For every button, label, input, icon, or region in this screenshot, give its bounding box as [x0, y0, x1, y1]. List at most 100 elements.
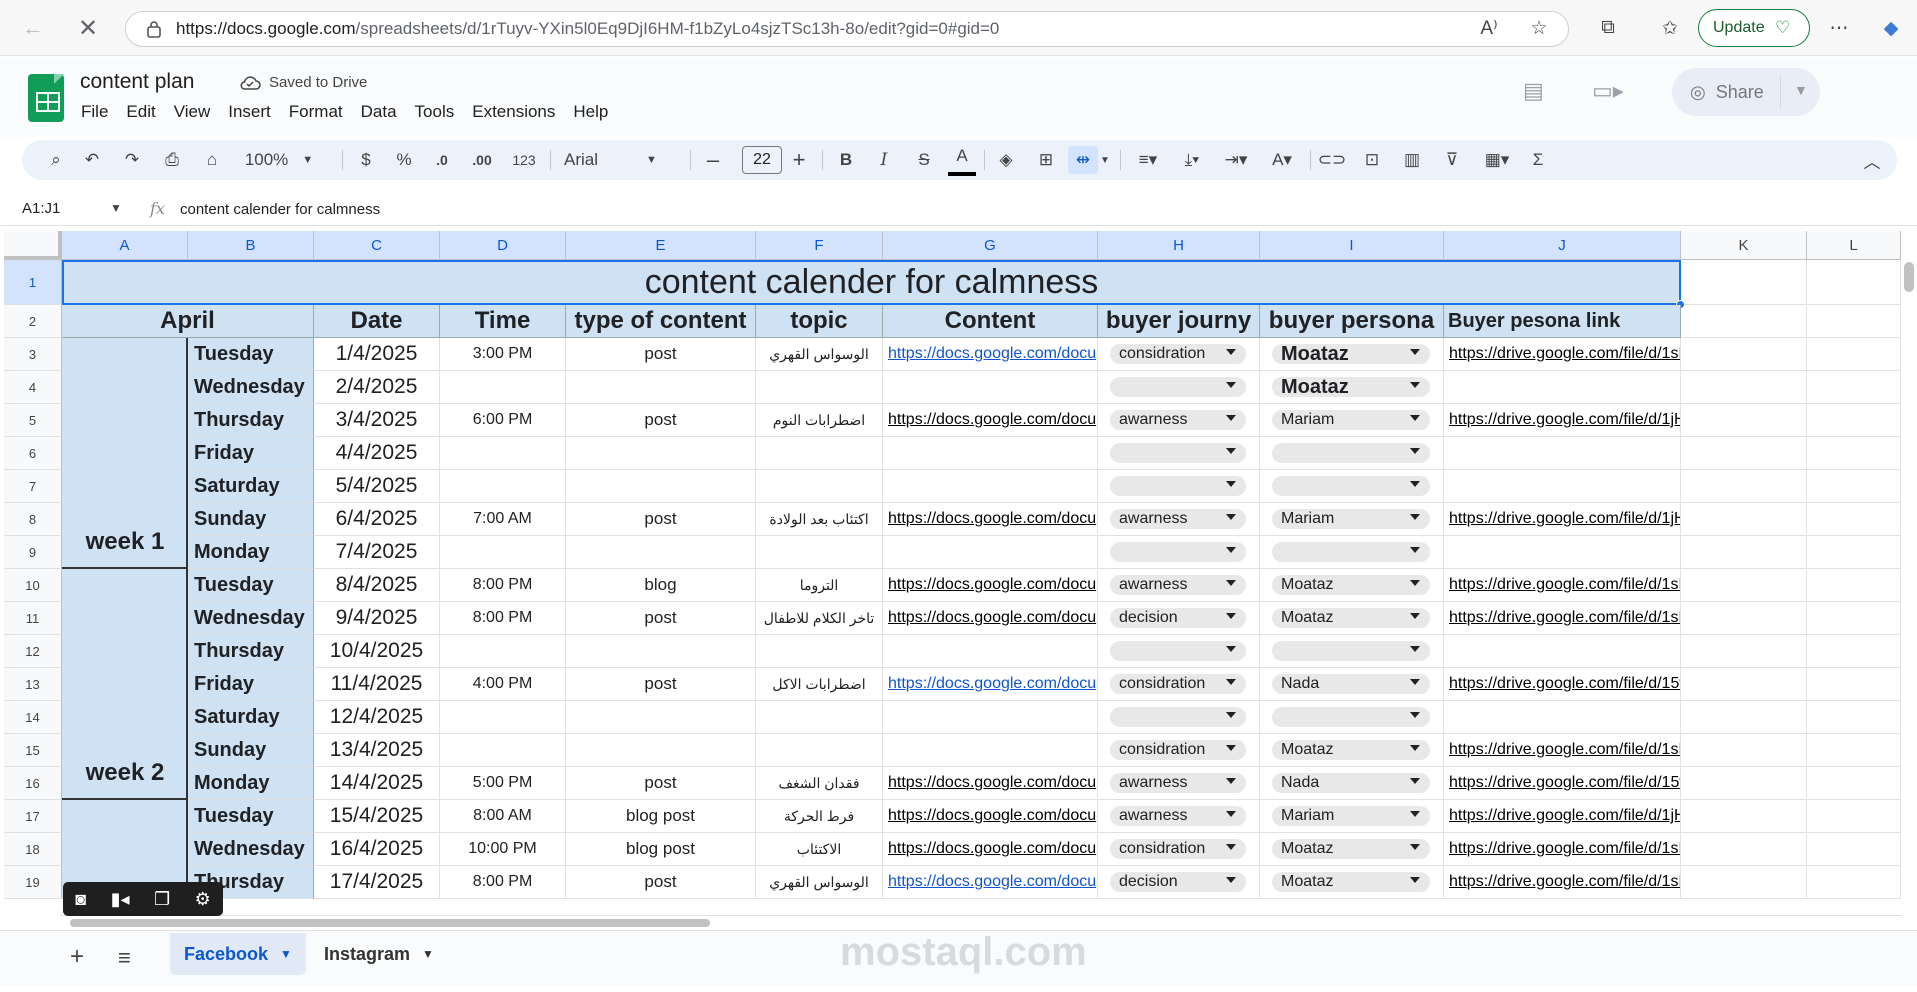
row-header[interactable]: 5	[4, 404, 62, 437]
spreadsheet-grid[interactable]: A B C D E F G H I J K L 1 2 3 4 5 6 7 8 9 10 11 12 13 14 15 16 17 18 1…	[4, 231, 1901, 915]
stop-loading-icon[interactable]: ✕	[71, 11, 105, 45]
sheet-tab-caret-icon[interactable]: ▼	[280, 947, 292, 961]
content-type-cell[interactable]	[566, 635, 756, 668]
horizontal-scrollbar[interactable]	[60, 915, 1902, 929]
day-cell[interactable]: Tuesday	[188, 569, 314, 602]
day-cell[interactable]: Monday	[188, 536, 314, 569]
time-cell[interactable]: 3:00 PM	[440, 338, 566, 371]
empty-cell[interactable]	[1807, 371, 1901, 404]
empty-cell[interactable]	[1807, 536, 1901, 569]
date-cell[interactable]: 1/4/2025	[314, 338, 440, 371]
empty-cell[interactable]	[1807, 470, 1901, 503]
content-link-cell[interactable]: https://docs.google.com/docu	[883, 338, 1098, 371]
bold-button[interactable]: B	[832, 140, 860, 180]
undo-icon[interactable]: ↶	[78, 140, 106, 180]
day-cell[interactable]: Thursday	[188, 404, 314, 437]
journey-dropdown-chip[interactable]	[1110, 443, 1246, 463]
sheet-tab-instagram[interactable]: Instagram ▼	[310, 933, 448, 975]
persona-link-cell[interactable]: https://drive.google.com/file/d/1sMaa1pV…	[1444, 602, 1681, 635]
column-header-f[interactable]: F	[756, 231, 883, 260]
copilot-icon[interactable]: ◆	[1876, 13, 1906, 43]
time-cell[interactable]	[440, 371, 566, 404]
extensions-icon[interactable]: ⧉	[1593, 13, 1623, 43]
content-link-cell[interactable]: https://docs.google.com/docu	[883, 668, 1098, 701]
topic-cell[interactable]	[756, 437, 883, 470]
content-link-cell[interactable]: https://docs.google.com/docu	[883, 569, 1098, 602]
day-cell[interactable]: Thursday	[188, 635, 314, 668]
topic-cell[interactable]: الاكتئاب	[756, 833, 883, 866]
persona-link-cell[interactable]: https://drive.google.com/file/d/15w-Wmar…	[1444, 668, 1681, 701]
menu-tools[interactable]: Tools	[406, 100, 464, 124]
persona-dropdown-chip[interactable]: Moataz	[1272, 872, 1430, 892]
row-header[interactable]: 1	[4, 260, 62, 305]
content-link-cell[interactable]: https://docs.google.com/docu	[883, 866, 1098, 899]
menu-view[interactable]: View	[165, 100, 220, 124]
read-aloud-icon[interactable]: A⁾	[1474, 13, 1504, 43]
persona-dropdown-chip[interactable]: Moataz	[1272, 740, 1430, 760]
strikethrough-button[interactable]: S	[910, 140, 938, 180]
filter-views-icon[interactable]: ▦▾	[1476, 140, 1518, 180]
time-cell[interactable]: 4:00 PM	[440, 668, 566, 701]
date-cell[interactable]: 13/4/2025	[314, 734, 440, 767]
back-icon[interactable]: ←	[16, 11, 50, 45]
insert-chart-icon[interactable]: ▥	[1398, 140, 1426, 180]
persona-dropdown-chip[interactable]	[1272, 707, 1430, 727]
content-type-cell[interactable]: post	[566, 602, 756, 635]
journey-dropdown-chip[interactable]: awarness	[1110, 509, 1246, 529]
date-cell[interactable]: 14/4/2025	[314, 767, 440, 800]
name-box[interactable]: A1:J1	[22, 200, 60, 217]
content-type-cell[interactable]: post	[566, 767, 756, 800]
time-cell[interactable]	[440, 701, 566, 734]
empty-cell[interactable]	[1681, 701, 1807, 734]
select-all-corner[interactable]	[4, 231, 62, 260]
empty-cell[interactable]	[1681, 734, 1807, 767]
save-status[interactable]: Saved to Drive	[239, 74, 367, 91]
row-header[interactable]: 12	[4, 635, 62, 668]
time-cell[interactable]: 10:00 PM	[440, 833, 566, 866]
content-type-cell[interactable]: post	[566, 338, 756, 371]
persona-link-cell[interactable]: https://drive.google.com/file/d/1sMaa1pV…	[1444, 734, 1681, 767]
persona-dropdown-chip[interactable]	[1272, 443, 1430, 463]
column-header-d[interactable]: D	[440, 231, 566, 260]
text-wrapping-icon[interactable]: ⇥▾	[1216, 140, 1256, 180]
favorites-icon[interactable]: ✩	[1655, 13, 1685, 43]
content-link-cell[interactable]: https://docs.google.com/docu	[883, 602, 1098, 635]
empty-cell[interactable]	[1681, 536, 1807, 569]
row-header[interactable]: 14	[4, 701, 62, 734]
header-i[interactable]: buyer persona	[1260, 305, 1444, 338]
journey-dropdown-chip[interactable]: decision	[1110, 872, 1246, 892]
day-cell[interactable]: Friday	[188, 668, 314, 701]
meet-icon[interactable]: ▭▸	[1592, 78, 1624, 104]
day-cell[interactable]: Wednesday	[188, 833, 314, 866]
persona-dropdown-chip[interactable]: Mariam	[1272, 806, 1430, 826]
row-header[interactable]: 6	[4, 437, 62, 470]
persona-link-cell[interactable]	[1444, 635, 1681, 668]
share-button[interactable]: ◎ Share ▼	[1672, 68, 1820, 116]
time-cell[interactable]	[440, 635, 566, 668]
time-cell[interactable]	[440, 437, 566, 470]
text-color-button[interactable]: A	[948, 140, 976, 176]
day-cell[interactable]: Sunday	[188, 503, 314, 536]
header-j[interactable]: Buyer pesona link	[1444, 305, 1681, 338]
empty-cell[interactable]	[1681, 437, 1807, 470]
empty-cell[interactable]	[1807, 569, 1901, 602]
date-cell[interactable]: 11/4/2025	[314, 668, 440, 701]
column-header-j[interactable]: J	[1444, 231, 1681, 260]
persona-dropdown-chip[interactable]: Moataz	[1272, 343, 1430, 365]
content-link-cell[interactable]	[883, 371, 1098, 404]
content-link-cell[interactable]	[883, 437, 1098, 470]
empty-cell[interactable]	[1681, 404, 1807, 437]
font-family-select[interactable]: Arial ▼	[564, 140, 676, 180]
time-cell[interactable]: 8:00 PM	[440, 866, 566, 899]
empty-cell[interactable]	[1681, 305, 1807, 338]
date-cell[interactable]: 15/4/2025	[314, 800, 440, 833]
empty-cell[interactable]	[1807, 833, 1901, 866]
persona-link-cell[interactable]: https://drive.google.com/file/d/1sMaa1pV…	[1444, 833, 1681, 866]
topic-cell[interactable]: اضطرابات الاكل	[756, 668, 883, 701]
column-header-g[interactable]: G	[883, 231, 1098, 260]
font-size-input[interactable]: 22	[742, 146, 782, 174]
merge-cells-icon[interactable]: ⇹	[1068, 146, 1098, 174]
content-link-cell[interactable]	[883, 734, 1098, 767]
persona-dropdown-chip[interactable]: Mariam	[1272, 410, 1430, 430]
persona-link-cell[interactable]: https://drive.google.com/file/d/1jHgJeeU…	[1444, 503, 1681, 536]
